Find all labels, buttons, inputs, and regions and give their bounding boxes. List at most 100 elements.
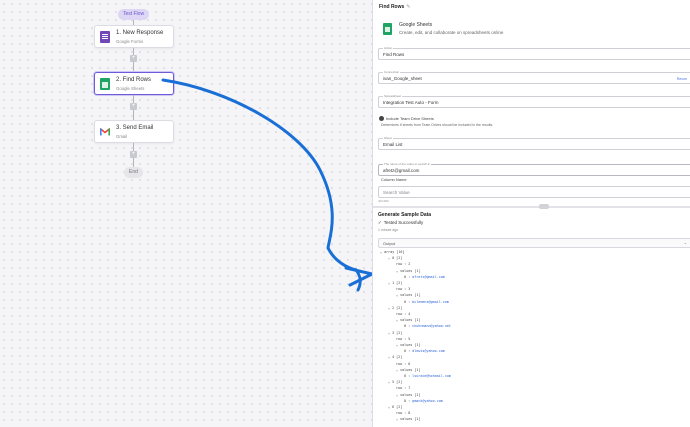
- check-icon: ✓: [378, 220, 382, 225]
- output-tree-line[interactable]: ⌄ 2 [2]: [388, 306, 402, 310]
- output-tree-line[interactable]: ⌄ values [1]: [396, 293, 421, 297]
- output-tree-line: 0 : dlewis@yahoo.com: [404, 349, 445, 353]
- output-tree-line[interactable]: ⌄ values [1]: [396, 417, 421, 421]
- team-drive-toggle[interactable]: Include Team Drive Sheets: [379, 116, 434, 122]
- output-tree-key: ⌄ values [1]: [396, 367, 421, 372]
- app-name: Google Sheets: [399, 22, 433, 28]
- output-tree-line: row : 8: [396, 411, 410, 415]
- output-tree-line[interactable]: ⌄ 5 [2]: [388, 380, 402, 384]
- output-tree-value: bclemens@gmail.com: [412, 299, 449, 304]
- output-tree-line[interactable]: ⌄ values [1]: [396, 368, 421, 372]
- tested-time: 1 minute ago: [378, 228, 399, 232]
- output-tree-key: ⌄ values [1]: [396, 268, 421, 273]
- google-sheets-icon: [383, 23, 392, 35]
- field-placeholder: Search Value: [383, 190, 410, 195]
- output-tree-value: afretz@gmail.com: [412, 274, 445, 279]
- output-tree-key: ⌄ 3 [2]: [388, 330, 403, 335]
- output-tree-key: row : 5: [396, 336, 411, 341]
- output-tree-key: 0 :: [404, 324, 413, 329]
- output-tree-value: lsurace@hotmail.com: [412, 374, 451, 378]
- output-tree-key: 0 :: [404, 374, 413, 378]
- column-name-label: Column Name: [381, 177, 407, 182]
- chevron-down-icon: ⌄: [683, 240, 687, 245]
- output-tree-line: 0 : lsurace@hotmail.com: [404, 374, 451, 378]
- output-tree: ⌄ array [16] ⌄ 0 [2] row : 2 ⌄ values [1] 0 …: [378, 249, 690, 427]
- output-tree-line: row : 5: [396, 337, 410, 341]
- output-tree-key: 0 :: [404, 274, 413, 279]
- output-tree-key: row : 2: [396, 262, 411, 267]
- output-tree-key: 0 :: [404, 299, 413, 304]
- app-description: Create, edit, and collaborate on spreads…: [399, 30, 504, 35]
- output-tree-value: gmack@yahoo.com: [412, 398, 443, 403]
- field-label: Connection: [383, 70, 401, 74]
- toggle-label: Include Team Drive Sheets: [386, 116, 434, 121]
- output-tree-key: row : 4: [396, 312, 411, 316]
- output-label: Output: [383, 241, 396, 246]
- pencil-icon[interactable]: ✎: [406, 4, 410, 10]
- output-tree-key: row : 8: [396, 411, 411, 416]
- field-label: Sheet: [383, 136, 393, 140]
- output-tree-line[interactable]: ⌄ 0 [2]: [388, 256, 402, 260]
- toggle-icon[interactable]: [379, 116, 384, 122]
- output-tree-key: ⌄ values [1]: [396, 318, 421, 323]
- step-settings-panel: Find Rows ✎ Google Sheets Create, edit, a…: [372, 0, 690, 427]
- output-tree-key: ⌄ 6 [2]: [388, 405, 403, 409]
- field-value: Email List: [383, 142, 403, 147]
- output-tree-line: 0 : gmack@yahoo.com: [404, 399, 443, 403]
- tested-label: Tested Successfully: [383, 220, 424, 225]
- action-field[interactable]: Action Find Rows: [378, 46, 690, 60]
- output-tree-key: ⌄ 4 [2]: [388, 355, 403, 360]
- output-tree-line[interactable]: ⌄ array [16]: [380, 250, 405, 254]
- output-tree-key: ⌄ values [1]: [396, 293, 421, 298]
- output-tree-line[interactable]: ⌄ 6 [2]: [388, 405, 402, 409]
- output-tree-line[interactable]: ⌄ 3 [2]: [388, 331, 402, 335]
- output-tree-key: ⌄ values [1]: [396, 343, 421, 347]
- resize-handle[interactable]: [373, 204, 690, 209]
- output-tree-value: dlewis@yahoo.com: [412, 349, 445, 354]
- output-tree-line[interactable]: ⌄ values [1]: [396, 343, 421, 347]
- char-counter: 40/1000: [378, 199, 389, 203]
- output-tree-key: ⌄ values [1]: [396, 392, 421, 397]
- search-value-input[interactable]: Search Value: [378, 186, 690, 198]
- field-value: Find Rows: [383, 52, 405, 57]
- panel-title: Find Rows ✎: [379, 4, 410, 10]
- sheet-field[interactable]: Sheet Email List: [378, 136, 690, 150]
- output-tree-key: ⌄ 2 [2]: [388, 305, 403, 310]
- output-tree-key: row : 3: [396, 287, 411, 292]
- output-tree-line: row : 3: [396, 287, 410, 291]
- panel-title-text: Find Rows: [379, 4, 405, 10]
- output-tree-key: ⌄ 5 [2]: [388, 380, 403, 385]
- field-value: ivan_Google_sheet: [383, 76, 422, 81]
- field-label: The name of the value to search in: [383, 162, 432, 166]
- output-tree-line[interactable]: ⌄ values [1]: [396, 393, 421, 397]
- output-tree-key: row : 6: [396, 361, 411, 366]
- output-tree-line: 0 : bclemens@gmail.com: [404, 300, 449, 304]
- output-tree-line: 0 : ckuhnmann@yahoo.net: [404, 324, 451, 328]
- output-tree-line: row : 7: [396, 386, 410, 390]
- field-value: Integration Test Auto - Form: [383, 100, 439, 105]
- spreadsheet-field[interactable]: Spreadsheet Integration Test Auto - Form: [378, 94, 690, 108]
- output-tree-line[interactable]: ⌄ values [1]: [396, 269, 421, 273]
- output-tree-line: 0 : afretz@gmail.com: [404, 275, 445, 279]
- output-tree-line: row : 6: [396, 362, 410, 366]
- output-tree-line[interactable]: ⌄ 4 [2]: [388, 355, 402, 359]
- output-tree-key: 0 :: [404, 349, 413, 354]
- search-value-field[interactable]: The name of the value to search in afret…: [378, 162, 690, 176]
- output-tree-key: 0 :: [404, 398, 413, 403]
- output-tree-line[interactable]: ⌄ values [1]: [396, 318, 421, 322]
- output-tree-line[interactable]: ⌄ 1 [2]: [388, 281, 402, 285]
- output-tree-line: row : 2: [396, 262, 410, 266]
- field-value: afretz@gmail.com: [383, 168, 420, 173]
- output-tree-key: ⌄ 1 [2]: [388, 281, 403, 285]
- output-selector[interactable]: Output ⌄: [378, 238, 690, 248]
- reconnect-link[interactable]: Recon: [677, 77, 687, 81]
- field-label: Action: [383, 46, 394, 50]
- output-tree-key: ⌄ values [1]: [396, 417, 421, 422]
- output-tree-key: row : 7: [396, 386, 411, 391]
- tested-status: ✓ Tested Successfully: [378, 220, 423, 226]
- output-tree-line: row : 4: [396, 312, 410, 316]
- drag-handle-icon[interactable]: [539, 204, 549, 209]
- output-tree-value: ckuhnmann@yahoo.net: [412, 324, 451, 329]
- connection-field[interactable]: Connection ivan_Google_sheet Recon: [378, 70, 690, 84]
- team-drive-help: Determines if sheets from Team Drives sh…: [381, 123, 494, 127]
